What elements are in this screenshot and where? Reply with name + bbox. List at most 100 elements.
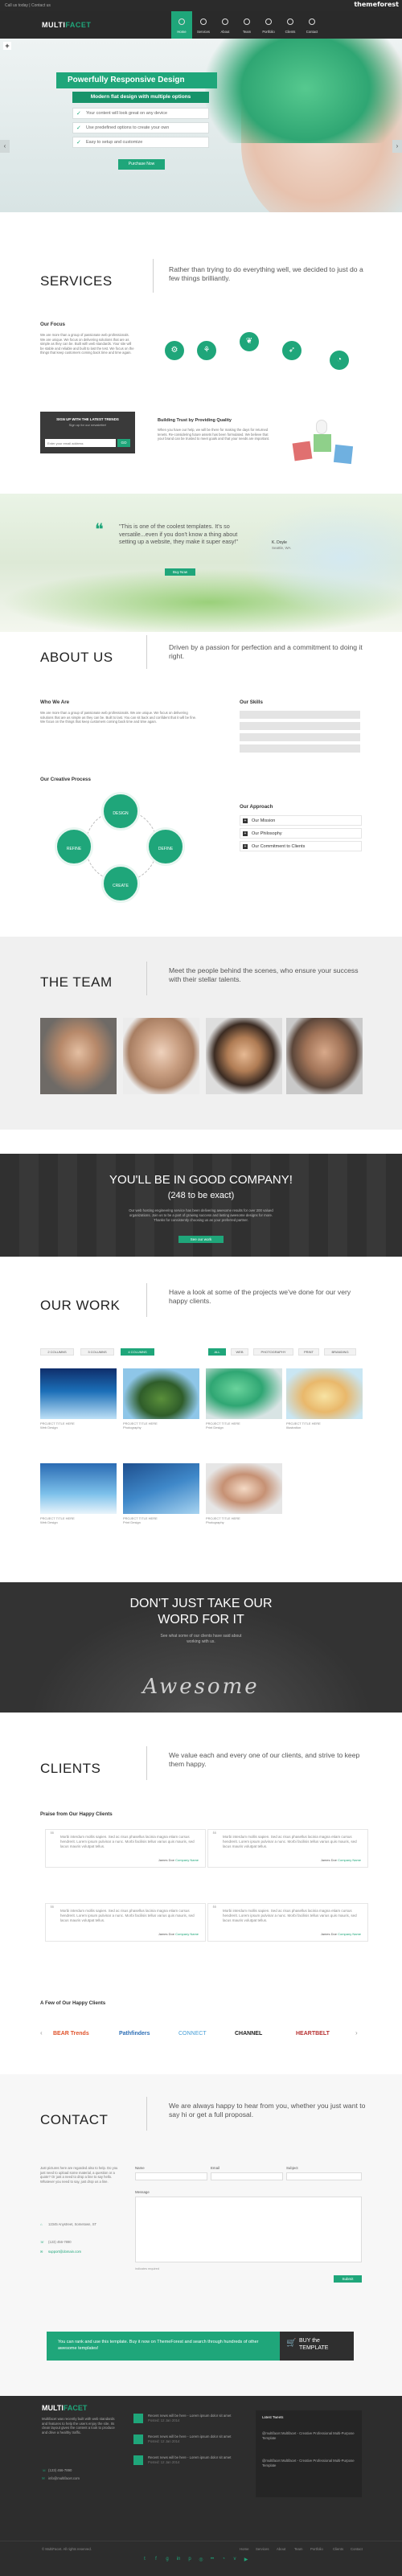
filter-all[interactable]: ALL [208,1348,226,1356]
post-thumb[interactable] [133,2455,143,2465]
rocket-icon[interactable]: ➶ [282,341,302,360]
testimonial-card: ❝ Morbi interdum mollis sapien. Sed ac ri… [207,1829,368,1868]
filter-photography[interactable]: PHOTOGRAPHY [253,1348,293,1356]
purchase-button[interactable]: Purchase Now [118,159,165,170]
process-refine[interactable]: REFINE [55,827,93,866]
testimonial-card: ❝ Morbi interdum mollis sapien. Sed ac ri… [45,1903,206,1942]
footer-link[interactable]: About [277,2547,285,2552]
work-thumbnail[interactable] [40,1463,117,1514]
footer-link[interactable]: Contact [351,2547,363,2552]
nav-team[interactable]: Team [236,11,257,39]
dashboard-icon[interactable]: ◔ [330,351,349,370]
nav-services[interactable]: Services [193,11,214,39]
team-member-photo[interactable] [286,1018,363,1094]
googleplus-icon[interactable]: g [164,2557,170,2563]
pinterest-icon[interactable]: p [187,2557,193,2563]
work-caption: PROJECT TITLE HERE Illustration [286,1421,321,1430]
see-work-button[interactable]: See our work [178,1236,224,1243]
team-member-photo[interactable] [40,1018,117,1094]
post-thumb[interactable] [133,2414,143,2423]
word-banner: DON'T JUST TAKE OUR WORD FOR IT See what… [0,1582,402,1713]
approach-philosophy[interactable]: + Our Philosophy [240,828,362,839]
youtube-icon[interactable]: ▶ [243,2557,249,2563]
buy-template-button[interactable]: 🛒 BUY the TEMPLATE [280,2332,354,2361]
phone-icon: ☏ [40,2240,45,2244]
nav-about[interactable]: About [215,11,236,39]
footer-link[interactable]: Portfolio [310,2547,323,2552]
process-diagram: DESIGN DEFINE CREATE REFINE [47,792,191,913]
nav-portfolio[interactable]: Portfolio [258,11,279,39]
facebook-icon[interactable]: f [153,2557,159,2563]
tweet: @multifacet Multifacet - Creative Profes… [262,2431,355,2440]
filter-print[interactable]: PRINT [298,1348,319,1356]
work-thumbnail[interactable] [123,1463,199,1514]
nav-home[interactable]: Home [171,11,192,39]
layout-4-columns[interactable]: 4 COLUMNS [121,1348,154,1356]
work-lead: Have a look at some of the projects we'v… [169,1288,351,1305]
mail-icon: ✉ [40,2250,43,2254]
twitter-icon[interactable]: t [142,2557,148,2563]
logos-prev-icon[interactable]: ‹ [40,2029,43,2037]
rss-icon[interactable]: ◔ [220,2557,227,2563]
heading-divider [146,962,147,995]
footer-email[interactable]: ✉ info@multifacet.com [42,2476,80,2481]
slider-prev-button[interactable]: ‹ [0,140,10,153]
team-member-photo[interactable] [206,1018,282,1094]
name-input[interactable] [135,2172,207,2180]
message-textarea[interactable] [135,2197,362,2262]
filter-web[interactable]: WEB [231,1348,248,1356]
footer-link[interactable]: Services [256,2547,269,2552]
linkedin-icon[interactable]: in [175,2557,182,2563]
layout-2-columns[interactable]: 2 COLUMNS [40,1348,74,1356]
team-member-photo[interactable] [123,1018,199,1094]
work-thumbnail[interactable] [206,1463,282,1514]
footer-post[interactable]: Recent news will be here - Lorem ipsum d… [148,2455,236,2464]
cogs-icon[interactable]: ⚙ [165,341,184,360]
work-thumbnail[interactable] [286,1368,363,1419]
contact-email[interactable]: ✉ support@domain.com [40,2250,121,2254]
approach-commitment[interactable]: + Our Commitment to Clients [240,841,362,851]
vimeo-icon[interactable]: v [232,2557,238,2563]
process-create[interactable]: CREATE [101,864,140,903]
footer-link[interactable]: Home [240,2547,248,2552]
filter-branding[interactable]: BRANDING [324,1348,356,1356]
praise-title: Praise from Our Happy Clients [40,1811,113,1817]
signup-email-input[interactable] [45,439,116,447]
plus-icon[interactable]: + [3,42,11,50]
process-design[interactable]: DESIGN [101,792,140,831]
network-icon[interactable]: ⚘ [197,341,216,360]
footer-post[interactable]: Recent news will be here - Lorem ipsum d… [148,2434,236,2443]
work-caption: PROJECT TITLE HERE Photography [206,1516,240,1524]
approach-mission[interactable]: + Our Mission [240,815,362,826]
layout-3-columns[interactable]: 3 COLUMNS [80,1348,114,1356]
footer-link[interactable]: Clients [333,2547,343,2552]
email-label: Email [211,2166,219,2170]
signup-go-button[interactable]: GO [117,439,130,447]
email-input[interactable] [211,2172,283,2180]
flickr-icon[interactable]: •• [209,2557,215,2563]
work-thumbnail[interactable] [123,1368,199,1419]
leaf-icon[interactable]: ❦ [240,332,259,351]
themeforest-logo[interactable]: themeforest [354,1,399,8]
nav-clients[interactable]: Clients [280,11,301,39]
footer: MULTIFACET Multifacet was recently built… [0,2396,402,2576]
site-logo[interactable]: MULTIFACET [42,21,91,29]
trust-blocks-illustration [289,418,362,470]
nav-contact[interactable]: Contact [302,11,322,39]
logos-next-icon[interactable]: › [355,2029,358,2037]
services-lead: Rather than trying to do everything well… [169,265,363,282]
work-thumbnail[interactable] [206,1368,282,1419]
process-define[interactable]: DEFINE [146,827,185,866]
submit-button[interactable]: Submit [334,2275,362,2283]
subject-input[interactable] [286,2172,362,2180]
buy-now-button[interactable]: Buy Now [165,568,195,576]
work-caption: PROJECT TITLE HERE Print Design [206,1421,240,1430]
word-title-2: WORD FOR IT [158,1613,244,1626]
about-heading: ABOUT US [40,650,113,665]
post-thumb[interactable] [133,2434,143,2444]
footer-post[interactable]: Recent news will be here - Lorem ipsum d… [148,2414,236,2422]
footer-link[interactable]: Team [294,2547,303,2552]
dribbble-icon[interactable]: ◎ [198,2557,204,2563]
slider-next-button[interactable]: › [392,140,402,153]
work-thumbnail[interactable] [40,1368,117,1419]
